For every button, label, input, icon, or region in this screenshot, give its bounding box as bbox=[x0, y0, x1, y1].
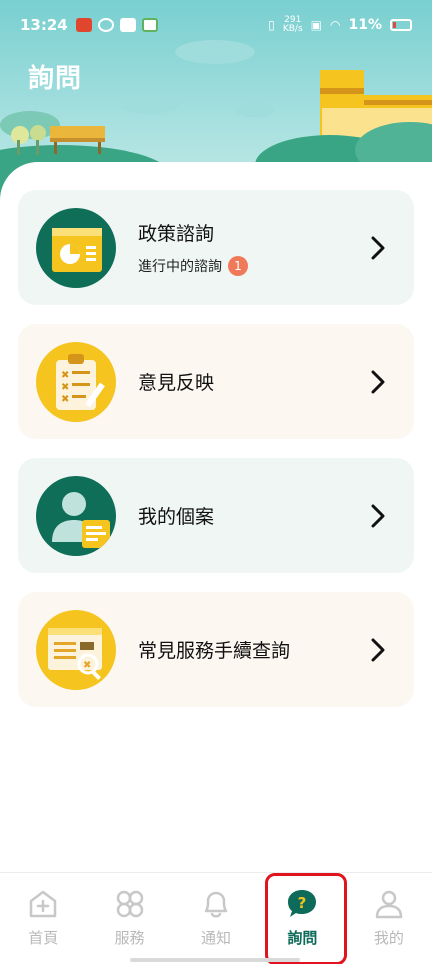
card-my-cases[interactable]: 我的個案 bbox=[18, 458, 414, 573]
nav-label: 通知 bbox=[201, 929, 232, 947]
chevron-right-icon bbox=[358, 630, 398, 670]
notification-icons bbox=[75, 18, 158, 32]
leaf-app-icon bbox=[97, 18, 114, 32]
home-icon bbox=[29, 890, 57, 918]
card-title: 意見反映 bbox=[138, 372, 215, 394]
content-panel: 政策諮詢 進行中的諮詢 1 ✖ ✖ ✖ 意見反映 我的個案 ✖ 常見服務手續查詢 bbox=[0, 162, 432, 872]
wifi-icon: ◠ bbox=[330, 18, 341, 32]
bottom-navigation: 首頁 服務 通知 ? 詢問 我的 bbox=[0, 872, 432, 964]
battery-percent: 11% bbox=[348, 17, 382, 33]
svg-text:✖: ✖ bbox=[61, 370, 69, 381]
nav-label: 首頁 bbox=[28, 929, 59, 947]
battery-icon bbox=[390, 19, 412, 31]
home-indicator[interactable] bbox=[130, 958, 300, 962]
question-icon: ? bbox=[288, 890, 317, 917]
vibrate-icon: ▯ bbox=[268, 18, 275, 32]
card-title: 我的個案 bbox=[138, 506, 215, 528]
nav-home[interactable]: 首頁 bbox=[0, 873, 86, 964]
gov-app-icon bbox=[141, 18, 158, 32]
app-notification-icon bbox=[75, 18, 92, 32]
user-case-icon bbox=[36, 475, 116, 556]
chevron-right-icon bbox=[358, 228, 398, 268]
page-title: 詢問 bbox=[28, 64, 83, 94]
nav-label: 服務 bbox=[114, 929, 145, 947]
nav-profile[interactable]: 我的 bbox=[346, 873, 432, 964]
net-speed-unit: KB/s bbox=[282, 24, 303, 34]
card-policy-consultation[interactable]: 政策諮詢 進行中的諮詢 1 bbox=[18, 190, 414, 305]
card-title: 政策諮詢 bbox=[138, 223, 215, 245]
nav-inquiry[interactable]: ? 詢問 bbox=[259, 873, 345, 964]
service-lookup-icon: ✖ bbox=[36, 609, 116, 690]
chevron-right-icon bbox=[358, 496, 398, 536]
policy-chart-icon bbox=[36, 207, 116, 288]
mail-icon bbox=[119, 18, 136, 32]
ongoing-consultations[interactable]: 進行中的諮詢 1 bbox=[138, 256, 358, 276]
nav-services[interactable]: 服務 bbox=[86, 873, 172, 964]
nav-notifications[interactable]: 通知 bbox=[173, 873, 259, 964]
card-title: 常見服務手續查詢 bbox=[138, 640, 291, 662]
sim-icon: ▣ bbox=[310, 18, 322, 32]
svg-text:?: ? bbox=[298, 894, 307, 912]
svg-text:✖: ✖ bbox=[61, 382, 69, 393]
clipboard-icon: ✖ ✖ ✖ bbox=[36, 341, 116, 422]
nav-label: 詢問 bbox=[287, 929, 318, 947]
status-bar: 13:24 ▯ 291 KB/s ▣ ◠ 11% bbox=[0, 0, 432, 50]
bell-icon bbox=[204, 891, 228, 918]
services-icon bbox=[116, 890, 143, 918]
count-badge: 1 bbox=[228, 256, 248, 276]
card-subtitle: 進行中的諮詢 bbox=[138, 259, 222, 275]
profile-icon bbox=[375, 890, 403, 919]
status-time: 13:24 bbox=[20, 16, 68, 34]
svg-text:✖: ✖ bbox=[61, 394, 69, 405]
nav-label: 我的 bbox=[373, 929, 404, 947]
status-right: ▯ 291 KB/s ▣ ◠ 11% bbox=[268, 16, 412, 34]
svg-text:✖: ✖ bbox=[83, 660, 91, 671]
card-feedback[interactable]: ✖ ✖ ✖ 意見反映 bbox=[18, 324, 414, 439]
net-speed: 291 KB/s bbox=[283, 16, 303, 34]
card-service-procedures[interactable]: ✖ 常見服務手續查詢 bbox=[18, 592, 414, 707]
chevron-right-icon bbox=[358, 362, 398, 402]
